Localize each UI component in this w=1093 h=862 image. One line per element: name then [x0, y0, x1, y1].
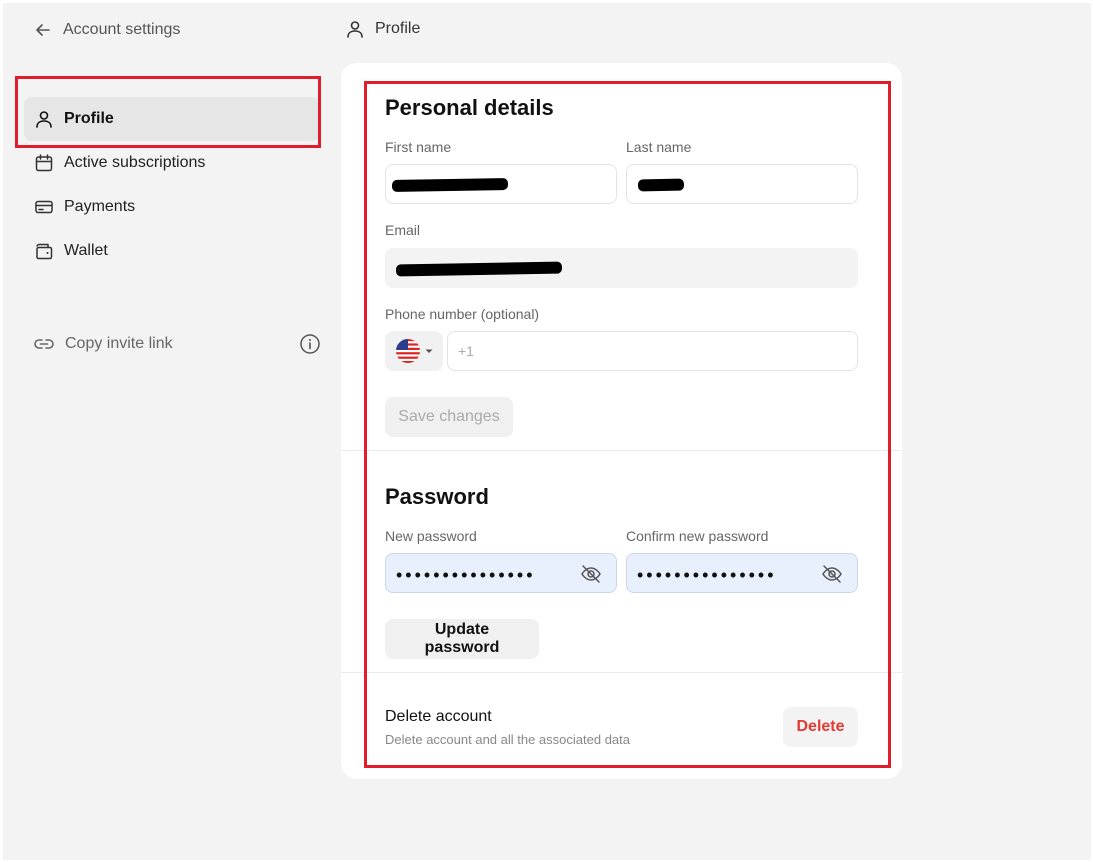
new-password-field[interactable]: ••••••••••••••• [385, 553, 617, 593]
arrow-left-icon [36, 24, 50, 36]
delete-account-subtitle: Delete account and all the associated da… [385, 732, 631, 747]
sidebar-nav: Profile Active subscriptions Payments Wa… [24, 97, 320, 273]
sidebar-item-profile[interactable]: Profile [24, 97, 320, 141]
sidebar-item-label: Profile [64, 110, 114, 127]
user-icon [36, 111, 52, 128]
redacted-value [395, 261, 563, 277]
redacted-value [391, 177, 509, 193]
last-name-field[interactable] [626, 164, 858, 204]
invite-label: Copy invite link [65, 335, 173, 352]
back-label: Account settings [63, 21, 181, 38]
section-divider [341, 450, 902, 451]
confirm-password-label: Confirm new password [626, 528, 769, 544]
personal-details-title: Personal details [385, 95, 554, 120]
section-divider [341, 672, 902, 673]
copy-invite-link[interactable]: Copy invite link [33, 333, 173, 355]
save-changes-button[interactable]: Save changes [385, 397, 513, 437]
redacted-value [637, 178, 685, 192]
update-password-button[interactable]: Update password [385, 619, 539, 659]
caret-down-icon [425, 349, 432, 353]
invite-row: Copy invite link [33, 333, 321, 355]
wallet-icon [36, 243, 53, 260]
breadcrumb: Profile [345, 19, 420, 39]
first-name-label: First name [385, 139, 452, 155]
phone-label: Phone number (optional) [385, 306, 540, 322]
email-field [385, 248, 858, 288]
sidebar-item-label: Active subscriptions [64, 154, 206, 171]
calendar-icon [35, 154, 53, 172]
link-icon [34, 339, 54, 349]
new-password-label: New password [385, 528, 477, 544]
first-name-field[interactable] [385, 164, 617, 204]
password-dots: ••••••••••••••• [396, 565, 536, 585]
credit-card-icon [35, 200, 53, 214]
email-label: Email [385, 222, 421, 238]
password-dots: ••••••••••••••• [637, 565, 777, 585]
country-code-select[interactable] [385, 331, 443, 371]
phone-input[interactable] [447, 331, 858, 371]
sidebar-item-label: Wallet [64, 242, 108, 259]
sidebar-item-label: Payments [64, 198, 136, 215]
back-to-account-settings[interactable]: Account settings [33, 20, 180, 40]
last-name-label: Last name [626, 139, 692, 155]
eye-off-icon[interactable] [580, 563, 602, 585]
delete-account-button[interactable]: Delete [783, 707, 858, 747]
confirm-password-field[interactable]: ••••••••••••••• [626, 553, 858, 593]
sidebar-item-payments[interactable]: Payments [24, 185, 320, 229]
breadcrumb-label: Profile [375, 20, 421, 37]
us-flag-icon [395, 339, 420, 363]
user-icon [347, 21, 363, 38]
password-title: Password [385, 484, 489, 509]
eye-off-icon[interactable] [821, 563, 843, 585]
sidebar-item-wallet[interactable]: Wallet [24, 229, 320, 273]
delete-account-title: Delete account [385, 708, 492, 725]
sidebar-item-active-subscriptions[interactable]: Active subscriptions [24, 141, 320, 185]
info-icon[interactable] [299, 333, 321, 355]
